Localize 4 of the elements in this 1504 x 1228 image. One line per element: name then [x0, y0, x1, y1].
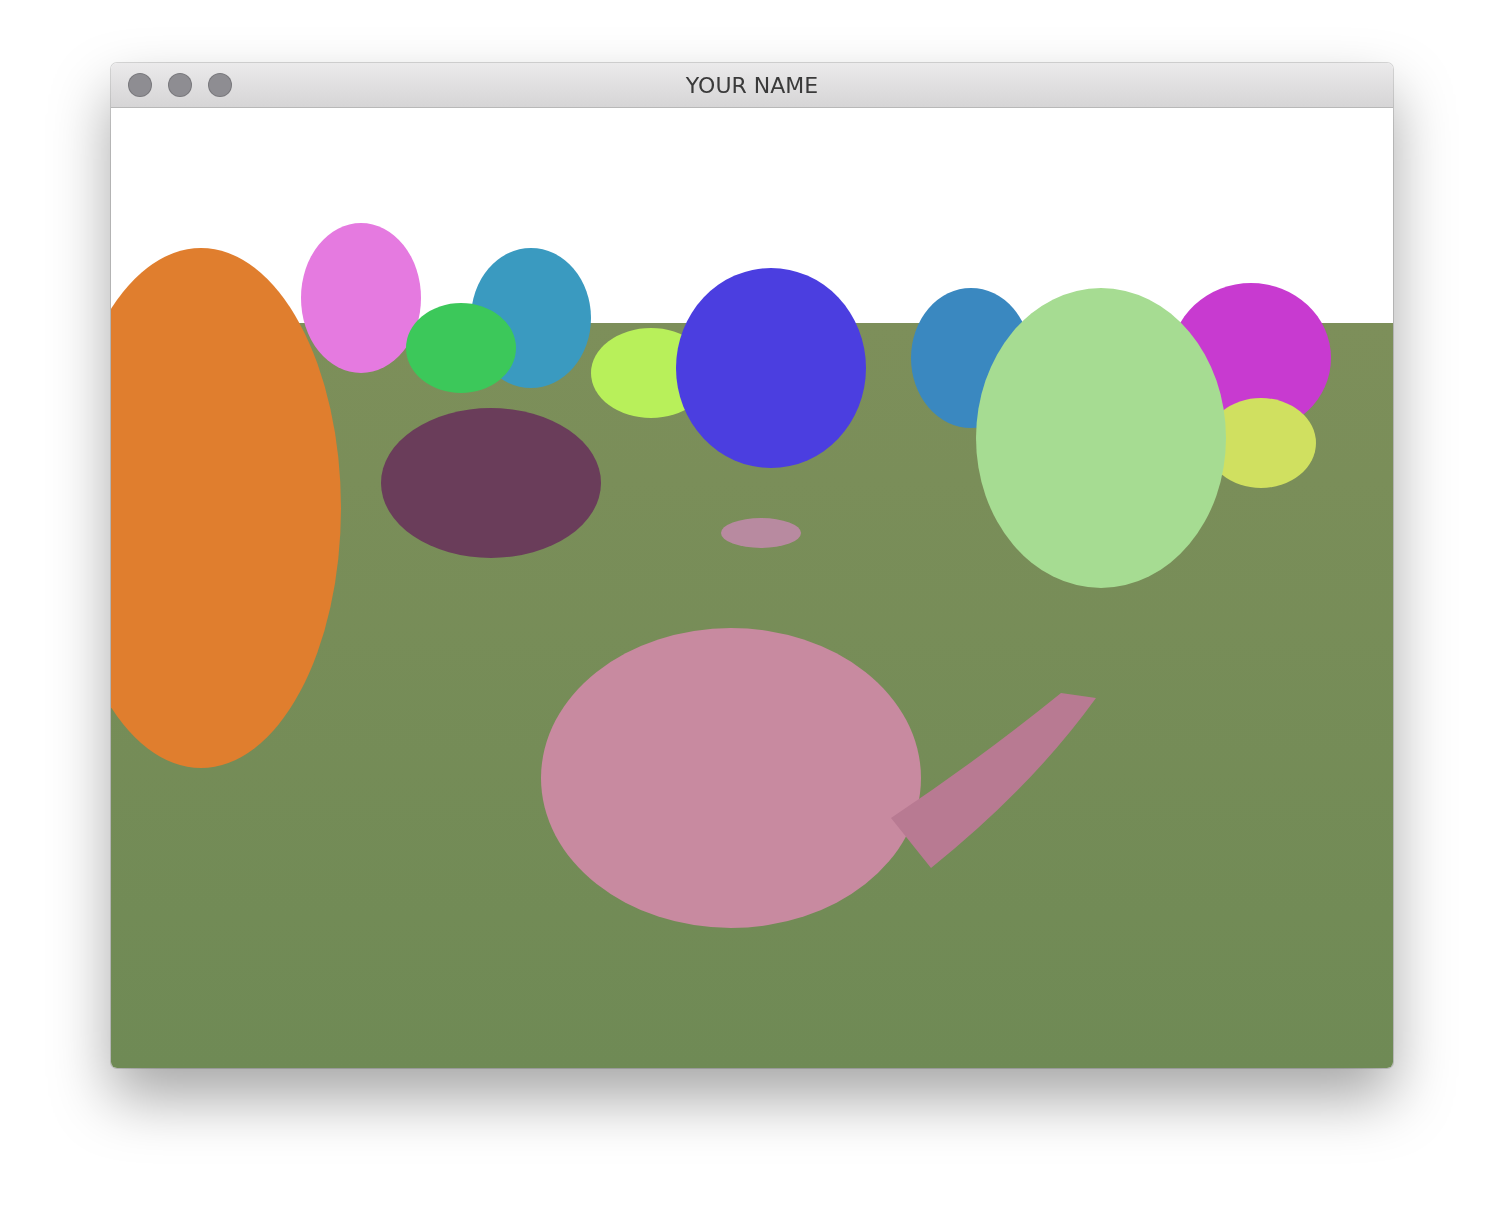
close-button[interactable]: [128, 73, 152, 97]
zoom-button[interactable]: [208, 73, 232, 97]
minimize-button[interactable]: [168, 73, 192, 97]
window-title: YOUR NAME: [685, 72, 819, 98]
